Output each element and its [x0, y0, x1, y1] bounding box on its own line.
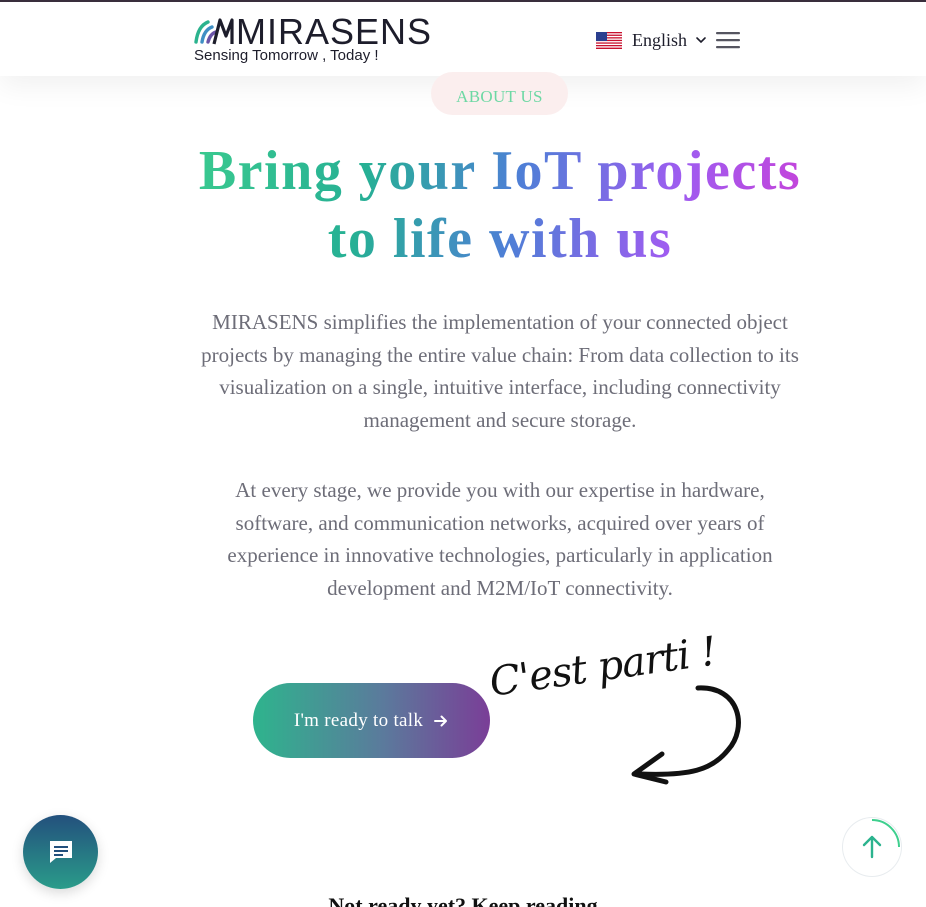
us-flag-icon: [596, 31, 622, 49]
site-logo[interactable]: MIRASENS Sensing Tomorrow , Today !: [194, 12, 431, 68]
chevron-down-icon: [696, 37, 706, 44]
chat-bubble-icon: [49, 841, 72, 863]
handwritten-callout: C'est parti !: [487, 629, 760, 800]
arrow-up-icon: [862, 819, 900, 859]
about-paragraph-2: At every stage, we provide you with our …: [227, 478, 773, 600]
language-selector[interactable]: English: [596, 28, 707, 52]
hero-title: Bring your IoT projects to life with us: [160, 137, 840, 273]
ready-to-talk-label: I'm ready to talk: [293, 709, 424, 731]
chat-launcher-button[interactable]: [23, 815, 98, 889]
keep-reading-heading: Not ready yet? Keep reading: [328, 893, 598, 907]
arrow-right-icon: [434, 715, 448, 726]
hero-title-line1: Bring your IoT projects: [198, 140, 802, 202]
ready-to-talk-button[interactable]: I'm ready to talk: [253, 683, 490, 758]
logo-wordmark: MIRASENS: [236, 11, 433, 52]
language-label: English: [632, 29, 688, 50]
logo-tagline: Sensing Tomorrow , Today !: [194, 47, 379, 64]
hero-title-line2: to life with us: [327, 208, 673, 270]
about-us-badge-label: ABOUT US: [456, 86, 543, 106]
about-us-badge: ABOUT US: [431, 72, 568, 115]
curved-arrow-icon: [631, 685, 741, 785]
logo-waves-icon: [194, 18, 234, 45]
site-header: MIRASENS Sensing Tomorrow , Today ! Engl…: [0, 2, 926, 76]
about-paragraph-1: MIRASENS simplifies the implementation o…: [201, 310, 799, 432]
scroll-to-top-button[interactable]: [843, 818, 901, 876]
hamburger-menu-icon[interactable]: [715, 28, 741, 52]
